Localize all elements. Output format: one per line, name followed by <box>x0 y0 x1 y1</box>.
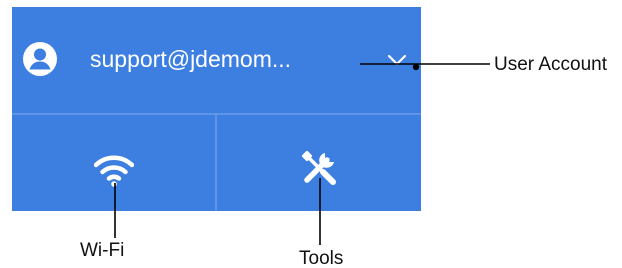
annotated-screenshot: support@jdemom... User Account Wi-Fi Too… <box>0 0 622 268</box>
tools-button[interactable] <box>217 115 421 211</box>
chevron-down-icon[interactable] <box>386 53 408 67</box>
tools-annotation: Tools <box>299 248 344 268</box>
user-avatar-icon <box>23 42 57 76</box>
wifi-icon <box>94 155 134 187</box>
account-tools-panel: support@jdemom... <box>12 7 421 211</box>
wifi-button[interactable] <box>12 115 215 211</box>
user-account-annotation: User Account <box>494 54 607 75</box>
user-account-row[interactable]: support@jdemom... <box>12 7 421 113</box>
tools-icon <box>301 150 336 185</box>
account-email: support@jdemom... <box>90 46 292 72</box>
wifi-annotation: Wi-Fi <box>80 240 125 261</box>
